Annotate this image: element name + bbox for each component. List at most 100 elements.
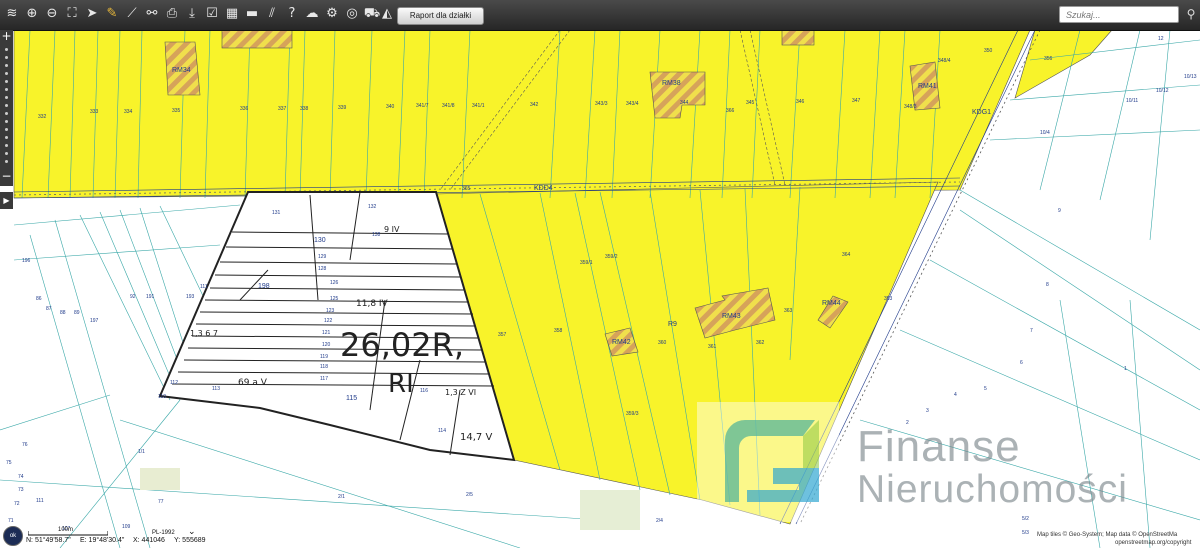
parcel-label: 340 [386, 104, 395, 110]
zoom-extent-icon[interactable]: ⛶ [63, 5, 81, 23]
layers-icon[interactable]: ≋ [3, 5, 21, 23]
parcel-label: 196 [22, 258, 31, 264]
parcel-label: KDD4 [534, 185, 553, 192]
parcel-label: 76 [22, 442, 28, 448]
parcel-label: RM34 [172, 67, 191, 74]
edit-icon[interactable]: ☑ [203, 5, 221, 23]
watermark: Finanse Nieruchomości [697, 402, 1197, 526]
parcel-label: 361 [708, 344, 717, 350]
parcel-label: 10/11 [1126, 98, 1138, 104]
parcel-label: 337 [278, 106, 287, 112]
parcel-label: 115 [346, 395, 357, 402]
parcel-label: 197 [90, 318, 99, 324]
parcel-label: 6 [1020, 360, 1023, 366]
map-attribution: Map tiles © Geo-System; Map data © OpenS… [1037, 532, 1178, 538]
parcel-label: 359/2 [605, 254, 618, 260]
report-button[interactable]: Raport dla działki [397, 7, 484, 25]
parcel-label: 341/8 [442, 103, 455, 109]
parcel-label: 347 [852, 98, 861, 104]
parcel-label: 1 [1124, 366, 1127, 372]
download-icon[interactable]: ⤓ [183, 5, 201, 23]
latitude-readout: N: 51°49'58.7" [26, 537, 71, 544]
parcel-label: 343/4 [626, 101, 639, 107]
parcel-label: 359/3 [626, 411, 639, 417]
cloud-upload-icon[interactable]: ☁ [303, 5, 321, 23]
parcel-label: 348/4 [938, 58, 951, 64]
zoom-parcel-icon[interactable]: ◎ [343, 5, 361, 23]
parcel-label: 118 [320, 364, 328, 370]
parcel-label: 112 [170, 380, 178, 386]
parcel-label: 129 [318, 254, 327, 260]
search-input[interactable] [1059, 6, 1179, 23]
parcel-label: R9 [668, 321, 677, 328]
print-icon[interactable]: ⎙ [163, 5, 181, 23]
parcel-label: 86 [36, 296, 42, 302]
select-arrow-icon[interactable]: ➤ [83, 5, 101, 23]
parcel-label: 5 [984, 386, 987, 392]
parcel-label: 77 [158, 499, 164, 505]
parcel-label: 360 [658, 340, 667, 346]
parcel-label: 10/4 [1040, 130, 1050, 136]
parcel-label: 121 [322, 330, 331, 336]
parcel-label: 348/3 [904, 104, 917, 110]
parcel-label: 2/5 [466, 492, 473, 498]
zoom-out-icon[interactable]: ⊖ [43, 5, 61, 23]
parcel-label: 10/12 [1156, 88, 1169, 94]
comment-icon[interactable]: ▬ [243, 5, 261, 23]
map-attribution-link[interactable]: openstreetmap.org/copyright [1115, 540, 1191, 546]
parcel-label: 123 [326, 308, 335, 314]
y-readout: Y: 555689 [174, 537, 206, 544]
parcel-label: 343/3 [595, 101, 608, 107]
parcel-label: 110 [158, 394, 166, 400]
coordinate-readout: N: 51°49'58.7" E: 19°48'30.4" X: 441046 … [0, 536, 560, 548]
parcel-label: RM42 [612, 339, 631, 346]
expand-panel-icon[interactable]: ▶ [0, 192, 13, 209]
search-icon[interactable]: ⚲ [1184, 5, 1198, 23]
parcel-label: 116 [420, 388, 428, 394]
parcel-label: 128 [318, 266, 327, 272]
zoom-plus-icon[interactable]: + [0, 30, 13, 42]
parcel-label: 7 [1030, 328, 1033, 334]
parcel-label: 131 [272, 210, 281, 216]
parcel-label: 341/7 [416, 103, 429, 109]
help-icon[interactable]: ? [283, 5, 301, 23]
parcel-label: 335 [172, 108, 181, 114]
parcel-label: 333 [90, 109, 99, 115]
warning-icon[interactable]: ◭ [378, 5, 396, 23]
parcel-label: 73 [18, 487, 24, 493]
parcel-label: 359/1 [580, 260, 593, 266]
parcel-label: 122 [324, 318, 333, 324]
pencil-icon[interactable]: ✎ [103, 5, 121, 23]
settings-icon[interactable]: ⚙ [323, 5, 341, 23]
zoom-in-icon[interactable]: ⊕ [23, 5, 41, 23]
parcel-label: 1/1 [138, 449, 145, 455]
parcel-label: 357 [498, 332, 507, 338]
watermark-line2: Nieruchomości [857, 468, 1128, 511]
parcel-label: 109 [122, 524, 131, 530]
parcel-label: 88 [60, 310, 66, 316]
parcel-label: 365 [462, 186, 471, 192]
parcel-label: 332 [38, 114, 47, 120]
parcel-label: 9 [1058, 208, 1061, 214]
parcel-label: 366 [726, 108, 735, 114]
sketch-class-label: RI [388, 369, 414, 399]
parcel-label: 14,7 V [460, 432, 492, 443]
parcel-label: 5/3 [1022, 530, 1029, 536]
parcel-label: 10/13 [1184, 74, 1197, 80]
parcel-label: 358 [554, 328, 563, 334]
hatch-icon[interactable]: ⫽ [263, 5, 281, 23]
watermark-line1: Finanse [857, 422, 1021, 471]
measure-distance-icon[interactable]: ⟋ [123, 5, 141, 23]
zoom-slider[interactable]: + − [0, 30, 13, 186]
layout-icon[interactable]: ▦ [223, 5, 241, 23]
parcel-label: 2/1 [338, 494, 345, 500]
parcel-label: 334 [124, 109, 133, 115]
parcel-label: 9 IV [384, 225, 400, 234]
parcel-label: 362 [756, 340, 765, 346]
zoom-minus-icon[interactable]: − [0, 170, 13, 182]
parcel-label: 353 [884, 296, 893, 302]
parcel-label: 344 [680, 100, 689, 106]
parcel-label: 132 [368, 204, 377, 210]
measure-link-icon[interactable]: ⚯ [143, 5, 161, 23]
parcel-label: RM41 [918, 83, 937, 90]
